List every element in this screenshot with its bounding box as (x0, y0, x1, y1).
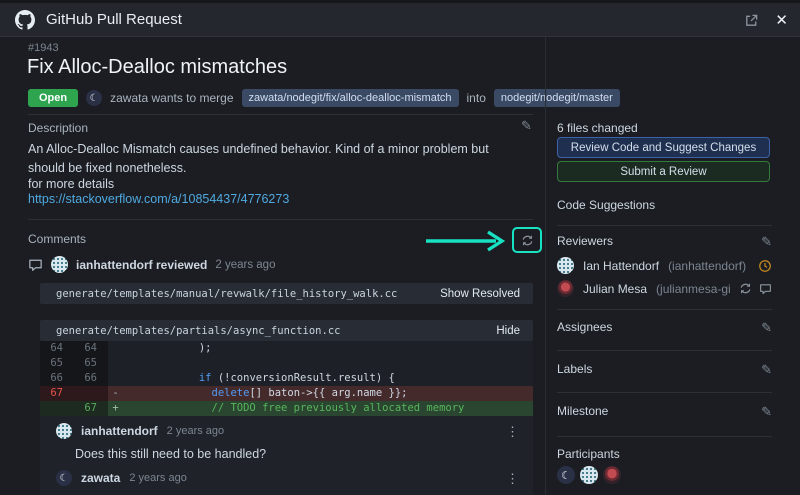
participants-heading: Participants (557, 447, 620, 461)
target-branch-badge[interactable]: nodegit/nodegit/master (494, 89, 620, 107)
review-code-button[interactable]: Review Code and Suggest Changes (557, 137, 770, 158)
diff-line-context: 64 64 ); (40, 341, 533, 356)
comment-body: Does this still need to be handled? (75, 447, 266, 461)
zawata-avatar[interactable]: ☾ (557, 466, 575, 484)
edit-assignees-icon[interactable]: ✎ (761, 321, 772, 334)
reviewers-heading: Reviewers (557, 234, 613, 248)
thread-comment-header: ☾ zawata 2 years ago ⋮ (56, 470, 519, 486)
diff-block: 64 64 ); 65 65 66 66 if (!conversionResu… (40, 341, 533, 416)
description-heading: Description (28, 121, 88, 135)
comment-author: zawata (81, 471, 120, 485)
divider (557, 309, 772, 310)
submit-review-button[interactable]: Submit a Review (557, 161, 770, 182)
pr-title: Fix Alloc-Dealloc mismatches (27, 56, 287, 79)
panel-title: GitHub Pull Request (46, 11, 182, 28)
comment-bubble-icon (28, 257, 43, 272)
edit-description-icon[interactable]: ✎ (521, 119, 532, 132)
zawata-avatar: ☾ (86, 90, 102, 106)
show-resolved-button[interactable]: Show Resolved (440, 288, 520, 300)
pr-number: #1943 (28, 42, 59, 54)
github-logo-icon (15, 10, 35, 30)
participants-row: ☾ (557, 466, 621, 484)
labels-section-header: Labels ✎ (557, 362, 772, 376)
edit-milestone-icon[interactable]: ✎ (761, 405, 772, 418)
diff-line-context: 66 66 if (!conversionResult.result) { (40, 371, 533, 386)
source-branch-badge[interactable]: zawata/nodegit/fix/alloc-dealloc-mismatc… (242, 89, 459, 107)
github-pull-request-panel: GitHub Pull Request ✕ #1943 Fix Alloc-De… (0, 0, 800, 495)
divider (557, 350, 772, 351)
comment-menu-icon[interactable]: ⋮ (506, 472, 519, 485)
thread-comment-header: ianhattendorf 2 years ago ⋮ (56, 423, 519, 439)
assignees-section-header: Assignees ✎ (557, 320, 772, 334)
comment-thread: ianhattendorf 2 years ago ⋮ Does this st… (40, 416, 533, 495)
diff-line-added: 67 + // TODO free previously allocated m… (40, 401, 533, 416)
reviewer-row[interactable]: Ian Hattendorf (ianhattendorf) (557, 257, 772, 274)
titlebar: GitHub Pull Request ✕ (0, 0, 800, 37)
merge-text: zawata wants to merge (110, 91, 233, 105)
file-path: generate/templates/manual/revwalk/file_h… (56, 288, 397, 300)
reviewer-handle: (julianmesa-gitkrak... (656, 282, 730, 296)
julianmesa-avatar[interactable] (603, 466, 621, 484)
comment-time: 2 years ago (129, 472, 186, 484)
stackoverflow-link[interactable]: https://stackoverflow.com/a/10854437/477… (28, 192, 289, 206)
description-more-text: for more details (28, 177, 114, 191)
file-header-inner: generate/templates/partials/async_functi… (40, 320, 533, 341)
file-path: generate/templates/partials/async_functi… (56, 325, 340, 337)
ianhattendorf-avatar (56, 423, 72, 439)
open-external-icon[interactable] (744, 13, 759, 28)
comments-heading: Comments (28, 232, 86, 246)
comment-author: ianhattendorf (81, 424, 158, 438)
refresh-icon (521, 234, 534, 247)
review-time: 2 years ago (215, 259, 275, 271)
reviewer-comment-icon (759, 282, 772, 295)
zawata-avatar: ☾ (56, 470, 72, 486)
close-icon[interactable]: ✕ (775, 11, 788, 29)
diff-line-deleted: 67 - delete[] baton->{{ arg.name }}; (40, 386, 533, 401)
divider (557, 436, 772, 437)
status-badge: Open (28, 89, 78, 107)
ianhattendorf-avatar (557, 257, 574, 274)
ianhattendorf-avatar (51, 256, 68, 273)
divider (28, 114, 533, 115)
milestone-section-header: Milestone ✎ (557, 404, 772, 418)
labels-heading: Labels (557, 362, 592, 376)
sidebar-divider (545, 37, 546, 495)
ianhattendorf-avatar[interactable] (580, 466, 598, 484)
tutorial-arrow (424, 228, 510, 254)
divider (28, 219, 533, 220)
comment-time: 2 years ago (167, 425, 224, 437)
julianmesa-avatar (557, 280, 574, 297)
milestone-heading: Milestone (557, 404, 608, 418)
divider (557, 225, 772, 226)
review-author: ianhattendorf reviewed (76, 258, 207, 272)
reviewers-section-header: Reviewers ✎ (557, 234, 772, 248)
hide-button[interactable]: Hide (496, 325, 520, 337)
file-header-outer: generate/templates/manual/revwalk/file_h… (40, 283, 533, 304)
assignees-heading: Assignees (557, 320, 612, 334)
edit-labels-icon[interactable]: ✎ (761, 363, 772, 376)
into-text: into (467, 91, 486, 105)
review-event-row: ianhattendorf reviewed 2 years ago (28, 256, 275, 273)
reviewer-name: Julian Mesa (583, 282, 647, 296)
divider (557, 392, 772, 393)
pr-meta-row: Open ☾ zawata wants to merge zawata/node… (28, 89, 620, 107)
reviewer-name: Ian Hattendorf (583, 259, 659, 273)
reviewer-row[interactable]: Julian Mesa (julianmesa-gitkrak... (557, 280, 772, 297)
pending-clock-icon (758, 259, 772, 273)
edit-reviewers-icon[interactable]: ✎ (761, 235, 772, 248)
re-request-review-icon[interactable] (739, 282, 752, 295)
reviewer-handle: (ianhattendorf) (668, 259, 746, 273)
description-body: An Alloc-Dealloc Mismatch causes undefin… (28, 140, 524, 178)
refresh-comments-button[interactable] (512, 227, 542, 253)
files-changed-count: 6 files changed (557, 121, 638, 135)
diff-line-context: 65 65 (40, 356, 533, 371)
comment-menu-icon[interactable]: ⋮ (506, 425, 519, 438)
code-suggestions-heading: Code Suggestions (557, 198, 655, 212)
